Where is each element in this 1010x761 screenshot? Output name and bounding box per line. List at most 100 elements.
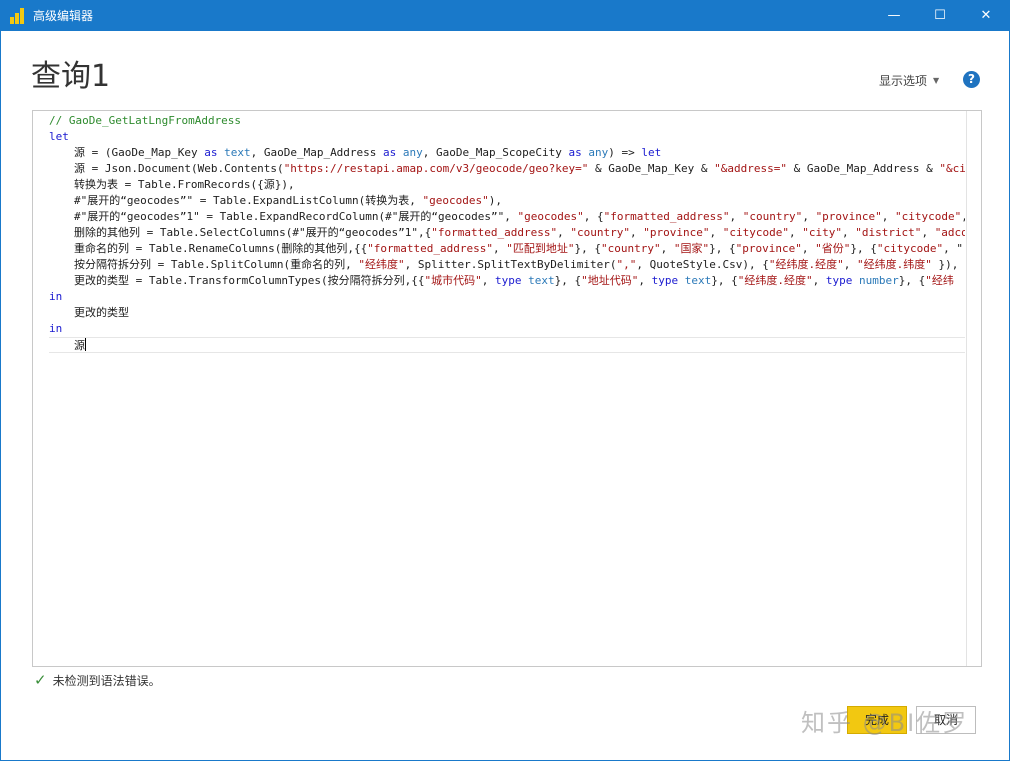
maximize-button[interactable]: ☐ <box>917 1 963 31</box>
code-text: , " <box>943 242 963 255</box>
code-line: 更改的类型 <box>49 305 965 321</box>
string-literal: "国家" <box>673 242 710 255</box>
display-options-label: 显示选项 <box>879 74 928 88</box>
type-name: any <box>588 146 609 159</box>
code-text: , <box>709 226 723 239</box>
code-text: }, { <box>554 274 582 287</box>
watermark: 知乎 @BI佐罗 <box>801 709 969 737</box>
string-literal: "formatted_address" <box>603 210 730 223</box>
keyword: as <box>204 146 218 159</box>
string-literal: "省份" <box>815 242 851 255</box>
code-text: , <box>812 274 826 287</box>
code-text: }, { <box>711 274 738 287</box>
code-text: , <box>802 210 816 223</box>
code-text: ) => <box>608 146 642 159</box>
code-text: }), <box>931 258 959 271</box>
syntax-status: ✓ 未检测到语法错误。 <box>34 671 161 689</box>
code-text: , <box>841 226 856 239</box>
string-literal: "formatted_address" <box>431 226 558 239</box>
code-text: , { <box>583 210 604 223</box>
string-literal: "citycode" <box>722 226 789 239</box>
code-text: 更改的类型 = Table.TransformColumnTypes(按分隔符拆… <box>74 274 425 287</box>
code-text: }, { <box>850 242 877 255</box>
code-text: #"展开的“geocodes”1" = Table.ExpandRecordCo… <box>74 210 518 223</box>
string-literal: "经纬度.经度" <box>768 258 844 271</box>
code-line: 更改的类型 = Table.TransformColumnTypes(按分隔符拆… <box>49 273 965 289</box>
status-message: 未检测到语法错误。 <box>52 674 161 688</box>
code-line: 重命名的列 = Table.RenameColumns(删除的其他列,{{"fo… <box>49 241 965 257</box>
minimize-button[interactable]: — <box>871 1 917 31</box>
type-name: any <box>402 146 423 159</box>
check-icon: ✓ <box>34 671 47 689</box>
code-text: , <box>801 242 816 255</box>
title-bar[interactable]: 高级编辑器 — ☐ ✕ <box>1 1 1009 31</box>
code-text: , Splitter.SplitTextByDelimiter( <box>404 258 617 271</box>
code-text: 源 = (GaoDe_Map_Key <box>74 146 205 159</box>
string-literal: "district" <box>855 226 922 239</box>
string-literal: "province" <box>643 226 710 239</box>
string-literal: "geocodes" <box>422 194 489 207</box>
query-title: 查询1 <box>31 59 111 94</box>
string-literal: "经纬度.经度" <box>737 274 813 287</box>
chevron-down-icon: ▼ <box>933 76 940 85</box>
display-options-dropdown[interactable]: 显示选项 ▼ <box>879 72 939 89</box>
keyword: type <box>495 274 522 287</box>
string-literal: "citycode" <box>876 242 944 255</box>
string-literal: "country" <box>570 226 630 239</box>
code-line: 源 = Json.Document(Web.Contents("https://… <box>49 161 965 177</box>
code-text: 删除的其他列 = Table.SelectColumns(#"展开的“geoco… <box>74 226 432 239</box>
string-literal: "citycode" <box>895 210 962 223</box>
keyword: let <box>641 146 662 159</box>
window-title: 高级编辑器 <box>33 9 94 23</box>
code-text: , <box>557 226 571 239</box>
code-text: 源 <box>74 339 85 352</box>
keyword: as <box>383 146 397 159</box>
string-literal: "城市代码" <box>424 274 482 287</box>
string-literal: "geocodes" <box>517 210 584 223</box>
code-text: #"展开的“geocodes”" = Table.ExpandListColum… <box>74 194 423 207</box>
code-text: , <box>481 274 496 287</box>
type-name: text <box>684 274 712 287</box>
keyword: in <box>49 322 63 335</box>
string-literal: "经纬度" <box>358 258 405 271</box>
code-text: , <box>788 226 803 239</box>
string-literal: "," <box>616 258 637 271</box>
string-literal: "adcode" <box>934 226 965 239</box>
type-name: text <box>224 146 251 159</box>
code-text: & GaoDe_Map_Address & <box>787 162 940 175</box>
string-literal: "country" <box>601 242 661 255</box>
code-text: ), <box>488 194 503 207</box>
code-text: 按分隔符拆分列 = Table.SplitColumn(重命名的列, <box>74 258 359 271</box>
close-button[interactable]: ✕ <box>963 1 1009 31</box>
code-text: , <box>638 274 652 287</box>
code-line: in <box>49 289 965 305</box>
code-text: , GaoDe_Map_Address <box>250 146 384 159</box>
code-area[interactable]: // GaoDe_GetLatLngFromAddress let 源 = (G… <box>49 113 965 666</box>
code-text: , <box>629 226 644 239</box>
code-comment: // GaoDe_GetLatLngFromAddress <box>49 114 242 127</box>
string-literal: "匹配到地址" <box>506 242 575 255</box>
string-literal: "经纬度.纬度" <box>856 258 932 271</box>
string-literal: "https://restapi.amap.com/v3/geocode/geo… <box>283 162 589 175</box>
code-text: & GaoDe_Map_Key & <box>588 162 715 175</box>
help-icon[interactable]: ? <box>963 71 980 88</box>
code-line: 源 = (GaoDe_Map_Key as text, GaoDe_Map_Ad… <box>49 145 965 161</box>
code-line: #"展开的“geocodes”1" = Table.ExpandRecordCo… <box>49 209 965 225</box>
type-name: number <box>859 274 899 287</box>
string-literal: "地址代码" <box>581 274 639 287</box>
string-literal: "经纬 <box>925 274 954 287</box>
current-code-line: 源 <box>49 337 965 353</box>
code-text: }, { <box>709 242 736 255</box>
code-text: , QuoteStyle.Csv), { <box>636 258 769 271</box>
code-text: , <box>843 258 857 271</box>
code-text: , <box>660 242 674 255</box>
string-literal: "&address=" <box>714 162 788 175</box>
keyword: as <box>568 146 582 159</box>
keyword: type <box>825 274 853 287</box>
type-name: text <box>528 274 555 287</box>
vertical-scrollbar[interactable] <box>966 111 981 666</box>
code-line: 按分隔符拆分列 = Table.SplitColumn(重命名的列, "经纬度"… <box>49 257 965 273</box>
code-editor[interactable]: // GaoDe_GetLatLngFromAddress let 源 = (G… <box>32 110 982 667</box>
code-text: , " <box>961 210 965 223</box>
